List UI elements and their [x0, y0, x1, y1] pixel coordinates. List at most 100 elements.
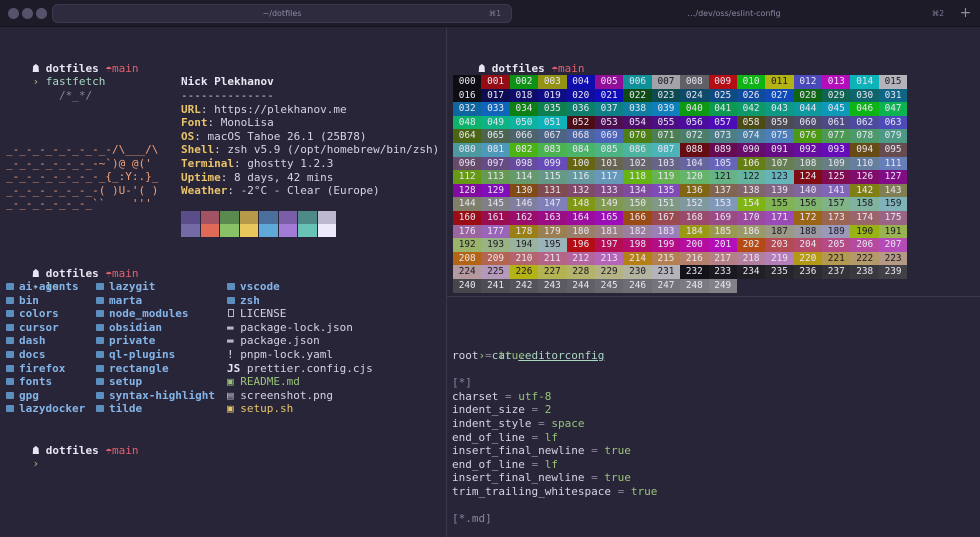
color-cell: 091 — [765, 142, 794, 157]
ls-entry-name: vscode — [240, 280, 280, 293]
folder-icon — [6, 296, 14, 304]
color-cell: 075 — [765, 129, 794, 143]
color-cell: 221 — [822, 251, 851, 266]
javascript-file-icon: JS — [227, 361, 247, 375]
config-value: true — [604, 444, 631, 458]
tab-eslint-config[interactable]: …/dev/oss/eslint-config ⌘2 — [514, 4, 954, 23]
folder-icon — [227, 283, 235, 290]
config-key: indent_style — [452, 417, 532, 430]
ls-entry: node_modules — [96, 307, 188, 321]
new-tab-button[interactable]: + — [957, 5, 974, 22]
color-cell: 135 — [651, 183, 681, 198]
fetch-info-colon: : — [227, 184, 241, 198]
close-window-button[interactable] — [8, 8, 19, 19]
terminal-pane-right[interactable]: ☗ dotfiles ☂main › colors 00000100200300… — [447, 28, 980, 537]
palette-swatch — [181, 211, 200, 224]
title-bar: ~/dotfiles ⌘1 …/dev/oss/eslint-config ⌘2… — [0, 0, 980, 27]
color-cell: 068 — [566, 129, 595, 143]
ls-entry: private — [96, 334, 155, 348]
folder-icon — [96, 310, 104, 318]
fetch-separator: -------------- — [181, 89, 274, 102]
color-cell: 233 — [708, 265, 737, 279]
color-cell: 104 — [680, 156, 709, 171]
color-cell: 084 — [566, 142, 595, 157]
terminal-pane-left[interactable]: ☗ dotfiles ☂main › fastfetch /*_*/ _-_-_-… — [0, 28, 446, 537]
color-cell: 097 — [481, 156, 510, 171]
color-cell: 013 — [822, 75, 851, 89]
color-cell: 144 — [453, 197, 482, 211]
command-line[interactable]: › — [6, 443, 40, 470]
color-cell: 189 — [822, 224, 851, 239]
config-equals: = — [524, 430, 545, 444]
color-cell: 017 — [481, 88, 510, 103]
prompt-line: ☗ dotfiles ☂main — [6, 430, 139, 457]
color-cell: 196 — [566, 238, 595, 252]
color-cell: 211 — [538, 251, 567, 266]
color-cell: 124 — [793, 170, 823, 184]
fetch-info-colon: : — [194, 129, 208, 143]
minimize-window-button[interactable] — [22, 8, 33, 19]
ls-entry-name: syntax-highlight — [109, 388, 215, 402]
color-cell: 188 — [793, 224, 823, 239]
ls-entry: docs — [6, 348, 46, 362]
color-cell: 162 — [509, 210, 539, 225]
config-key: root — [452, 349, 479, 362]
color-cell: 232 — [680, 265, 709, 279]
config-line: end_of_line = lf — [452, 458, 558, 472]
color-cell: 027 — [765, 88, 794, 103]
ls-entry: LICENSE — [227, 307, 286, 321]
color-cell: 092 — [793, 142, 823, 157]
color-cell: 121 — [708, 170, 737, 184]
color-cell: 153 — [708, 197, 737, 211]
ls-entry: zsh — [227, 294, 260, 308]
git-branch-icon: ☂ — [105, 61, 112, 75]
folder-icon — [96, 364, 104, 372]
color-cell: 111 — [878, 156, 908, 171]
ls-entry: obsidian — [96, 321, 162, 335]
fetch-info-value: macOS Tahoe 26.1 (25B78) — [207, 129, 367, 143]
color-cell: 101 — [594, 156, 624, 171]
command-line: › ls — [6, 266, 60, 293]
color-cell: 218 — [736, 251, 766, 266]
prompt-line: ☗ dotfiles ☂main — [6, 253, 139, 280]
color-cell: 241 — [481, 278, 510, 293]
palette-swatch — [200, 224, 219, 237]
color-cell: 118 — [623, 170, 652, 184]
color-cell: 107 — [765, 156, 794, 171]
color-cell: 143 — [878, 183, 908, 198]
folder-icon — [6, 351, 14, 358]
config-equals: = — [524, 403, 545, 417]
config-equals: = — [478, 349, 499, 362]
folder-icon — [96, 378, 104, 386]
color-cell: 050 — [509, 115, 539, 130]
color-cell: 216 — [680, 251, 709, 266]
folder-icon — [6, 323, 14, 331]
color-cell: 082 — [509, 142, 539, 157]
tab-dotfiles[interactable]: ~/dotfiles ⌘1 — [52, 4, 512, 23]
color-cell: 089 — [708, 142, 737, 157]
color-cell: 026 — [736, 88, 766, 103]
color-cell: 122 — [736, 170, 766, 184]
color-cell: 242 — [509, 278, 539, 293]
fetch-info-row: Font: MonoLisa — [181, 116, 274, 130]
color-cell: 205 — [822, 238, 851, 252]
zoom-window-button[interactable] — [36, 8, 47, 19]
color-cell: 081 — [481, 142, 510, 157]
fetch-info-colon: : — [214, 143, 228, 157]
color-cell: 056 — [680, 115, 709, 130]
color-cell: 226 — [509, 265, 539, 279]
fetch-info-value: MonoLisa — [220, 116, 274, 130]
color-cell: 067 — [538, 129, 567, 143]
fetch-info-row: URL: https://plekhanov.me — [181, 103, 347, 117]
color-cell: 049 — [481, 115, 510, 130]
command-line: › cat .editorconfig — [452, 335, 605, 362]
color-cell: 125 — [822, 170, 851, 184]
color-cell: 006 — [623, 75, 652, 89]
color-cell: 150 — [623, 197, 652, 211]
color-cell: 170 — [736, 210, 766, 225]
color-cell: 008 — [680, 75, 709, 89]
color-cell: 240 — [453, 278, 482, 293]
color-cell: 129 — [481, 183, 510, 198]
color-cell: 039 — [651, 102, 681, 116]
color-cell: 202 — [736, 238, 766, 252]
